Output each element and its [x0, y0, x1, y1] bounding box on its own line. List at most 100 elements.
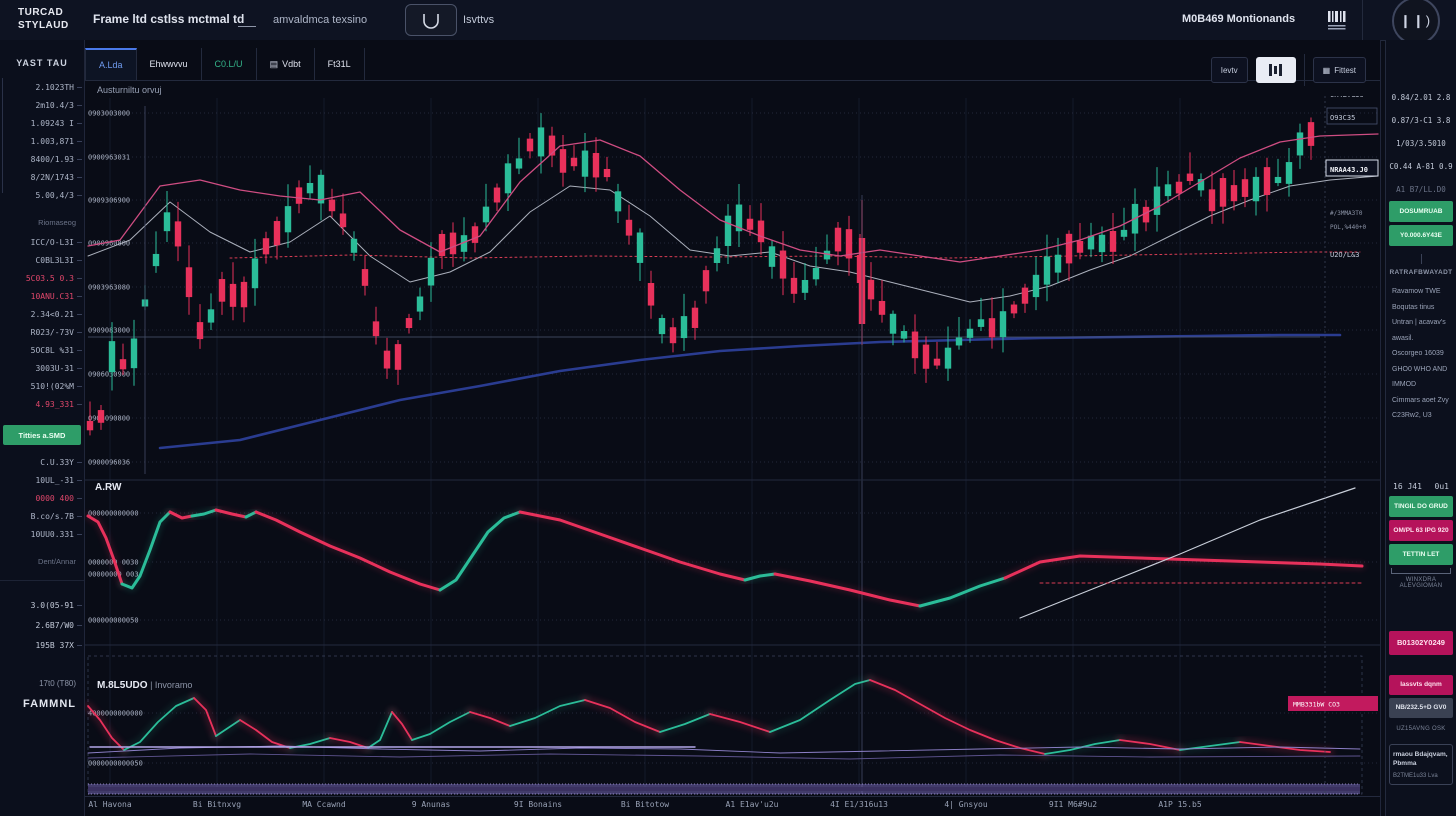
watchlist-panel: YAST TAU 2.1023TH2m10.4/31.09243 I1.003,… — [0, 40, 85, 816]
grid-button-label: Fittest — [1334, 66, 1356, 75]
watchlist-item[interactable]: B.co/s.7B — [0, 507, 84, 525]
order-button-confirm[interactable]: TETTIN LET — [1389, 544, 1453, 565]
price-tick — [77, 516, 82, 517]
panel-menu-item[interactable]: IMMOD — [1389, 377, 1453, 393]
watchlist-item[interactable]: 5.00,4/3 — [0, 186, 84, 204]
price-chart-canvas[interactable]: 0903003000090096303109093069000900960800… — [85, 96, 1380, 796]
time-axis-label: Al Havona — [70, 800, 150, 809]
quote-stat-row[interactable]: A1 B7/LL.D0 — [1389, 178, 1453, 201]
order-button-buy[interactable]: TINGIL DO GRUD — [1389, 496, 1453, 517]
logo-line2: STYLAUD — [18, 19, 69, 32]
svg-text:NRAA43.J0: NRAA43.J0 — [1330, 166, 1368, 174]
order-button-sell[interactable]: OM/PL 63 IPG 920 — [1389, 520, 1453, 541]
workspace-button[interactable] — [405, 4, 457, 36]
watchlist-item[interactable]: C0BL3L3I — [0, 251, 84, 269]
lot-left[interactable]: 16 J41 — [1393, 482, 1422, 491]
svg-text:00000000 003: 00000000 003 — [88, 571, 139, 579]
price-tick — [77, 404, 82, 405]
trading-terminal: TURCAD STYLAUD Frame ltd cstlss mctmal t… — [0, 0, 1456, 816]
watchlist-buy-button[interactable]: Titties a.SMD — [3, 425, 81, 445]
quote-stat-row[interactable]: 0.87/3-C1 3.8 — [1389, 109, 1453, 132]
time-axis-label: A1P 15.b5 — [1140, 800, 1220, 809]
watchlist-item[interactable]: 2m10.4/3 — [0, 96, 84, 114]
panel-menu-item[interactable]: Ravamow TWE — [1389, 284, 1453, 300]
watchlist-item[interactable]: 8400/1.93 — [0, 150, 84, 168]
nav-item-tertiary[interactable]: Isvttvs — [463, 14, 494, 26]
sell-limit-button[interactable]: Iassvts dqnm — [1389, 675, 1453, 695]
price-tick — [77, 645, 82, 646]
tab-symbol-3[interactable]: C0.L/U — [202, 48, 257, 80]
grid-view-button[interactable]: ▦ Fittest — [1313, 57, 1366, 83]
user-avatar[interactable]: ❙❙) — [1392, 0, 1440, 45]
nav-item-primary[interactable]: Frame ltd cstlss mctmal td — [93, 12, 244, 26]
watchlist-scrollbar[interactable] — [2, 78, 3, 193]
terminal-label: FAMMNL — [0, 698, 84, 710]
panel-menu-item[interactable]: Cimmars aoet Zvy — [1389, 393, 1453, 409]
watchlist-item[interactable]: 3003U-31 — [0, 359, 84, 377]
watchlist-item[interactable]: 195B 37X — [0, 635, 84, 655]
watchlist-item[interactable]: 2.6B7/W0 — [0, 615, 84, 635]
indicator-overlay-label[interactable]: Austurniltu orvuj — [97, 85, 162, 95]
price-tick — [77, 314, 82, 315]
lot-right[interactable]: 0u1 — [1435, 482, 1449, 491]
pane3-label[interactable]: M.8L5UDO | Invoramo — [97, 680, 192, 691]
watchlist-title: YAST TAU — [0, 58, 84, 68]
pane2-grid: 0000000000000000000 003000000000 0030000… — [88, 510, 1378, 625]
watchlist-item[interactable]: 1.09243 I — [0, 114, 84, 132]
panel-menu-item[interactable]: Oscorgeo 16039 — [1389, 346, 1453, 362]
price-tick — [77, 195, 82, 196]
svg-text:U2O/L&3: U2O/L&3 — [1330, 251, 1360, 259]
inline-input[interactable] — [238, 14, 256, 27]
tab-symbol-4[interactable]: ▤ Vdbt — [257, 48, 315, 80]
tab-symbol-1[interactable]: A.Lda — [85, 48, 137, 80]
range-button[interactable]: Ievtv — [1211, 57, 1248, 83]
watchlist-item[interactable]: 5C03.5 0.3 — [0, 269, 84, 287]
watchlist-item[interactable]: 10ANU.C31 — [0, 287, 84, 305]
nav-item-secondary[interactable]: amvaldmca texsino — [273, 14, 367, 26]
watchlist-item[interactable]: 0000 400 — [0, 489, 84, 507]
panel-menu-item[interactable]: awasil. — [1389, 331, 1453, 347]
panel-menu-item[interactable]: C23Rw2, U3 — [1389, 408, 1453, 424]
watchlist-item[interactable]: 1.003,871 — [0, 132, 84, 150]
spread-caption: WINXDRA ALEVGIOMAN — [1389, 577, 1453, 589]
watchlist-item[interactable]: ICC/O-L3I — [0, 233, 84, 251]
tab-label: A.Lda — [99, 60, 123, 70]
quote-stat-row[interactable]: 0.84/2.01 2.8 — [1389, 86, 1453, 109]
time-axis-label: 9I Bonains — [498, 800, 578, 809]
account-summary-box[interactable]: rmaou Bdajqvam, Pbmma B2TME1u33 Lva — [1389, 744, 1453, 785]
watchlist-item[interactable]: C.U.33Y — [0, 453, 84, 471]
quote-stat-row[interactable]: C0.44 A-81 0.9 — [1389, 155, 1453, 178]
volume-strip — [88, 784, 1360, 794]
watchlist-item[interactable]: 4.93_331 — [0, 395, 84, 413]
panel-menu-item[interactable]: Untran | acavav's — [1389, 315, 1453, 331]
watchlist-item[interactable]: 8/2N/1743 — [0, 168, 84, 186]
watchlist-item[interactable]: R023/-73V — [0, 323, 84, 341]
watchlist-item[interactable]: 5OC8L %31 — [0, 341, 84, 359]
watchlist-item[interactable]: 510!(02%M — [0, 377, 84, 395]
svg-text:0909083000: 0909083000 — [88, 327, 130, 335]
panel-menu-item[interactable]: Boqutas tinus — [1389, 300, 1453, 316]
pending-order-button[interactable]: NB/232.5+D GV0 — [1389, 698, 1453, 718]
watchlist-item[interactable]: 2.34<0.21 — [0, 305, 84, 323]
quote-stat-row[interactable]: 1/03/3.5010 — [1389, 132, 1453, 155]
close-all-button[interactable]: B01302Y0249 — [1389, 631, 1453, 655]
watchlist-item[interactable]: 10UU0.331 — [0, 525, 84, 543]
price-tick — [77, 159, 82, 160]
buy-button-2[interactable]: Y0.000.6Y43E — [1389, 225, 1453, 246]
svg-text:O93C35: O93C35 — [1330, 114, 1355, 122]
watchlist-item[interactable]: 3.0(05-91 — [0, 595, 84, 615]
panel-menu-item[interactable]: GHO0 WHO AND — [1389, 362, 1453, 378]
account-label[interactable]: M0B469 Montionands — [1182, 13, 1295, 25]
buy-button-1[interactable]: DOSUMRUAB — [1389, 201, 1453, 222]
app-logo[interactable]: TURCAD STYLAUD — [18, 6, 69, 32]
watchlist-body: 2.1023TH2m10.4/31.09243 I1.003,8718400/1… — [0, 78, 84, 710]
watchlist-item[interactable]: 2.1023TH — [0, 78, 84, 96]
tab-symbol-5[interactable]: Ft31L — [315, 48, 365, 80]
time-axis-label: 9I1 M6#9u2 — [1033, 800, 1113, 809]
tab-symbol-2[interactable]: Ehwwvvu — [137, 48, 202, 80]
pane2-label[interactable]: A.RW — [95, 482, 121, 493]
layout-button[interactable] — [1256, 57, 1296, 83]
watchlist-item[interactable]: 10UL_-31 — [0, 471, 84, 489]
barcode-icon[interactable] — [1325, 8, 1349, 32]
pane3-subtitle: Invoramo — [155, 680, 193, 690]
